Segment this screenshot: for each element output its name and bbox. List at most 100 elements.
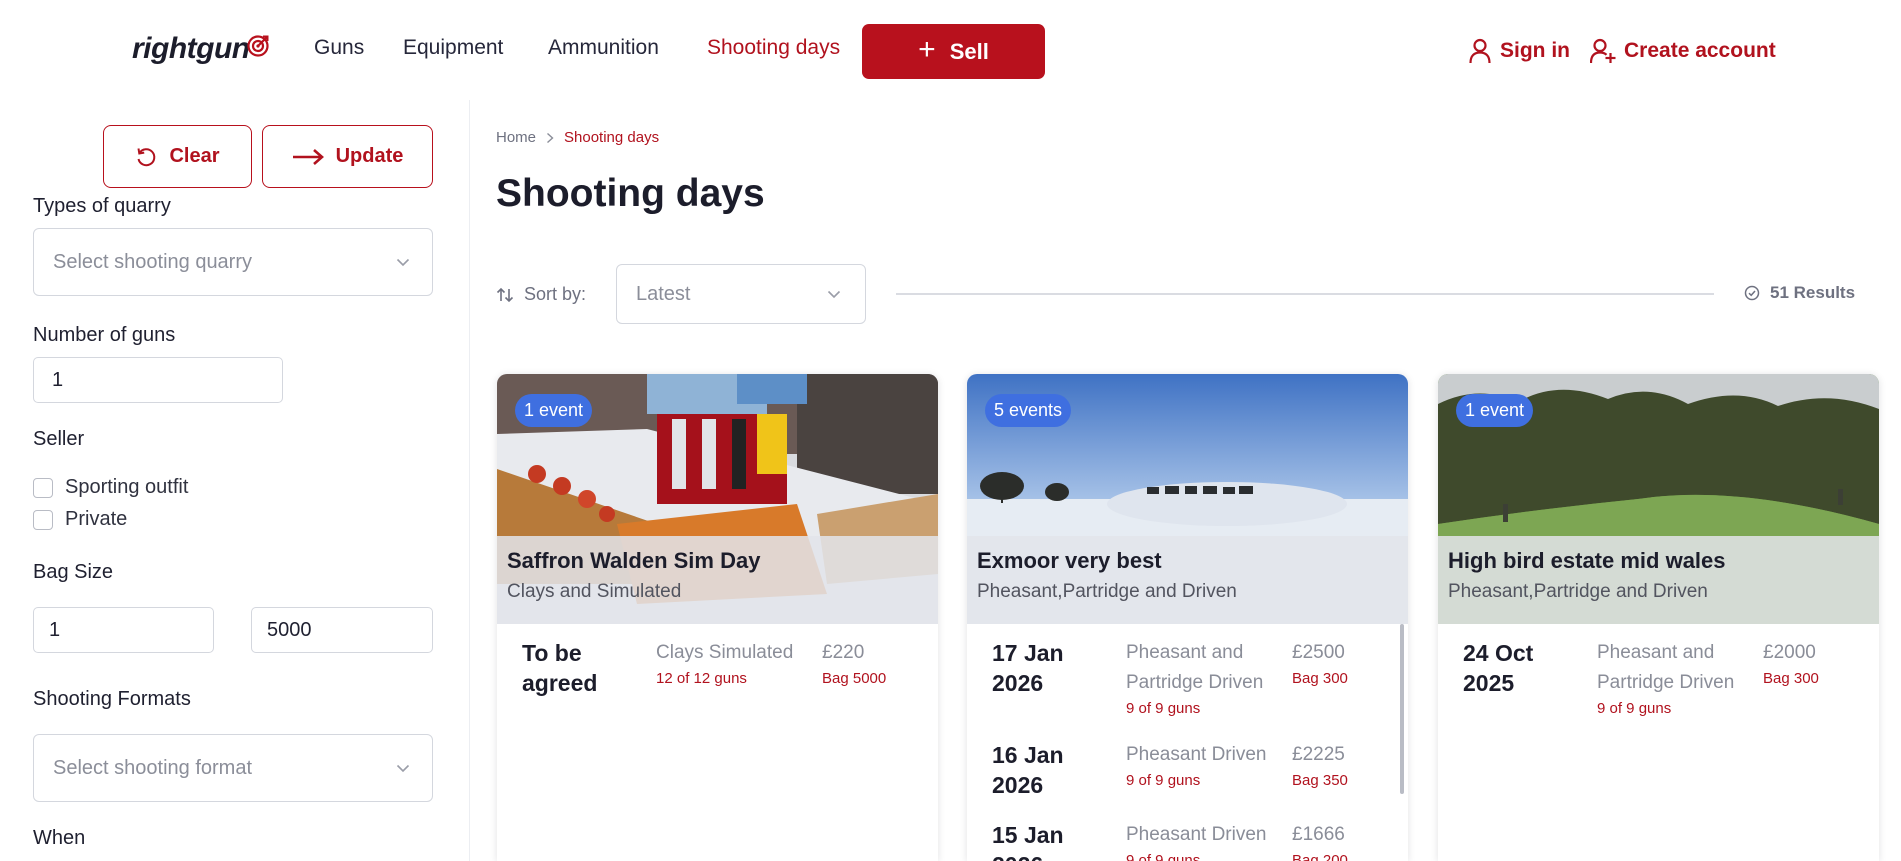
- event-price: £220: [822, 642, 865, 663]
- sell-button[interactable]: + Sell: [862, 24, 1045, 79]
- card-image: 5 events Exmoor very best Pheasant,Partr…: [967, 374, 1408, 624]
- chevron-down-icon: [827, 290, 841, 299]
- card-title: Saffron Walden Sim Day: [507, 548, 761, 573]
- user-plus-icon: [1590, 38, 1616, 64]
- event-count-badge: 5 events: [985, 394, 1072, 427]
- card-subtitle: Pheasant,Partridge and Driven: [977, 581, 1237, 602]
- seller-private-checkbox[interactable]: Private: [33, 508, 127, 531]
- seller-label: Seller: [33, 428, 85, 450]
- quarry-placeholder: Select shooting quarry: [53, 250, 253, 273]
- sort-label: Sort by:: [496, 284, 586, 305]
- chevron-right-icon: [547, 132, 554, 143]
- event-type: Pheasant and Partridge Driven: [1597, 642, 1735, 693]
- card-subtitle: Clays and Simulated: [507, 581, 682, 602]
- event-date: 17 Jan 2026: [992, 640, 1064, 696]
- event-bag: Bag 200: [1292, 852, 1348, 861]
- event-count-badge: 1 event: [515, 394, 593, 427]
- checkbox-box[interactable]: [33, 477, 53, 498]
- event-date: 24 Oct 2025: [1463, 640, 1534, 696]
- card-image: 1 event Saffron Walden Sim Day Clays and…: [497, 374, 938, 624]
- quarry-select[interactable]: Select shooting quarry: [33, 228, 433, 296]
- guns-input[interactable]: 1: [33, 357, 283, 403]
- event-price: £2000: [1763, 642, 1816, 663]
- site-header: rightgun Guns Equipment Ammunition Shoot…: [0, 0, 1901, 100]
- event-guns: 9 of 9 guns: [1126, 772, 1201, 789]
- event-type: Clays Simulated: [656, 642, 794, 663]
- bag-min-input[interactable]: 1: [33, 607, 214, 653]
- sort-label-text: Sort by:: [524, 284, 587, 304]
- event-price: £1666: [1292, 824, 1345, 845]
- event-guns: 9 of 9 guns: [1126, 700, 1201, 717]
- sort-arrows-icon: [496, 287, 514, 302]
- event-bag: Bag 300: [1763, 670, 1819, 687]
- breadcrumb-home[interactable]: Home: [496, 129, 536, 146]
- reset-icon: [137, 147, 156, 166]
- seller-option-label: Private: [65, 508, 128, 530]
- nav-equipment[interactable]: Equipment: [403, 36, 503, 60]
- card-scrollbar[interactable]: [1400, 624, 1404, 794]
- event-bag: Bag 5000: [822, 670, 887, 687]
- event-price: £2225: [1292, 744, 1345, 765]
- filter-sidebar: Clear Update Types of quarry Select shoo…: [0, 100, 470, 861]
- bag-size-label: Bag Size: [33, 561, 114, 583]
- check-circle-icon: [1744, 285, 1760, 301]
- divider: [896, 293, 1714, 295]
- checkbox-box[interactable]: [33, 509, 53, 530]
- card-subtitle: Pheasant,Partridge and Driven: [1448, 581, 1708, 602]
- sign-in-label: Sign in: [1500, 39, 1570, 62]
- card-title: High bird estate mid wales: [1448, 548, 1726, 573]
- chevron-down-icon: [396, 764, 410, 773]
- shooting-day-card[interactable]: 5 events Exmoor very best Pheasant,Partr…: [967, 374, 1408, 861]
- quarry-label: Types of quarry: [33, 195, 171, 217]
- card-title-overlay: Exmoor very best Pheasant,Partridge and …: [967, 536, 1408, 624]
- event-type: Pheasant and Partridge Driven: [1126, 642, 1264, 693]
- guns-label: Number of guns: [33, 324, 176, 346]
- target-icon: [247, 35, 269, 57]
- card-title-overlay: High bird estate mid wales Pheasant,Part…: [1438, 536, 1879, 624]
- seller-sporting-outfit-checkbox[interactable]: Sporting outfit: [33, 476, 188, 499]
- page-title: Shooting days: [496, 172, 765, 215]
- seller-option-label: Sporting outfit: [65, 476, 189, 498]
- breadcrumb-current: Shooting days: [564, 129, 660, 146]
- event-guns: 12 of 12 guns: [656, 670, 747, 687]
- clear-label: Clear: [169, 145, 220, 167]
- event-guns: 9 of 9 guns: [1597, 700, 1672, 717]
- event-count-badge: 1 event: [1456, 394, 1534, 427]
- when-label: When: [33, 827, 86, 849]
- formats-label: Shooting Formats: [33, 688, 191, 710]
- nav-guns[interactable]: Guns: [314, 36, 364, 60]
- sign-in-link[interactable]: Sign in: [1468, 38, 1570, 64]
- sort-select[interactable]: Latest: [616, 264, 866, 324]
- event-guns: 9 of 9 guns: [1126, 852, 1201, 861]
- clear-button[interactable]: Clear: [103, 125, 252, 188]
- event-date: 15 Jan 2026: [992, 822, 1064, 861]
- formats-select[interactable]: Select shooting format: [33, 734, 433, 802]
- sell-label: Sell: [949, 38, 989, 64]
- card-image: 1 event High bird estate mid wales Pheas…: [1438, 374, 1879, 624]
- event-type: Pheasant Driven: [1126, 824, 1267, 845]
- create-account-label: Create account: [1624, 39, 1776, 62]
- arrow-right-icon: [292, 148, 324, 165]
- user-icon: [1469, 38, 1491, 64]
- nav-shooting-days[interactable]: Shooting days: [707, 36, 840, 60]
- card-title: Exmoor very best: [977, 548, 1162, 573]
- sort-value: Latest: [636, 282, 691, 305]
- nav-ammunition[interactable]: Ammunition: [548, 36, 659, 60]
- shooting-day-card[interactable]: 1 event High bird estate mid wales Pheas…: [1438, 374, 1879, 861]
- site-logo[interactable]: rightgun: [132, 32, 250, 66]
- update-button[interactable]: Update: [262, 125, 433, 188]
- card-title-overlay: Saffron Walden Sim Day Clays and Simulat…: [497, 536, 938, 624]
- formats-placeholder: Select shooting format: [53, 756, 252, 779]
- create-account-link[interactable]: Create account: [1590, 38, 1776, 64]
- bag-max-input[interactable]: 5000: [251, 607, 433, 653]
- event-bag: Bag 300: [1292, 670, 1348, 687]
- event-price: £2500: [1292, 642, 1345, 663]
- chevron-down-icon: [396, 258, 410, 267]
- plus-icon: +: [918, 33, 936, 66]
- shooting-day-card[interactable]: 1 event Saffron Walden Sim Day Clays and…: [497, 374, 938, 861]
- results-count: 51 Results: [1744, 283, 1855, 303]
- breadcrumb: Home Shooting days: [496, 129, 659, 146]
- event-date: 16 Jan 2026: [992, 742, 1064, 798]
- event-type: Pheasant Driven: [1126, 744, 1267, 765]
- update-label: Update: [335, 145, 404, 167]
